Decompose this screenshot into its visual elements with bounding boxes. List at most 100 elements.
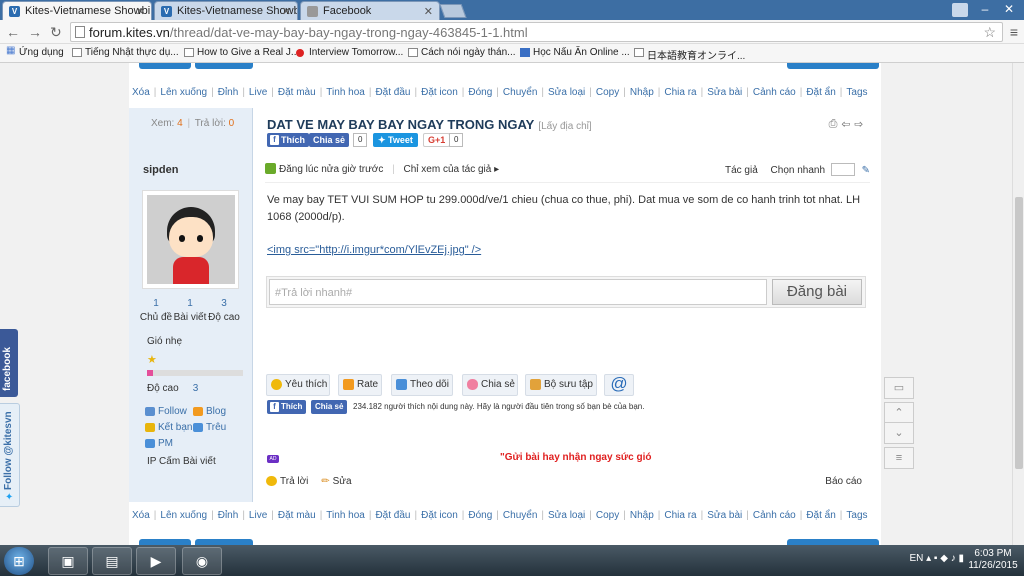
mod-action[interactable]: Đỉnh <box>218 510 239 521</box>
fb-share-button[interactable]: Chia sẻ <box>309 133 350 147</box>
mod-action[interactable]: Đặt ẩn <box>806 510 835 521</box>
explorer-icon[interactable]: ▤ <box>92 547 132 575</box>
blog-link[interactable]: Blog <box>193 406 241 417</box>
comment-icon[interactable]: ▭ <box>884 377 914 399</box>
url-field[interactable]: forum.kites.vn/thread/dat-ve-may-bay-bay… <box>70 22 1003 42</box>
wrench-icon[interactable]: ✎ <box>862 165 870 176</box>
mod-action[interactable]: Đặt icon <box>421 87 458 98</box>
mod-action[interactable]: Copy <box>596 510 619 521</box>
author-only-link[interactable]: Chỉ xem của tác giả ▸ <box>404 164 500 175</box>
page-scrollbar[interactable] <box>1012 63 1024 545</box>
mod-action[interactable]: Tinh hoa <box>326 87 365 98</box>
profile-icon[interactable] <box>952 3 968 17</box>
mod-action[interactable]: Lên xuống <box>160 510 207 521</box>
mod-action[interactable]: Tags <box>846 510 867 521</box>
count-posts[interactable]: 1 Bài viết <box>173 298 207 323</box>
mod-action[interactable]: Nhập <box>630 510 654 521</box>
pm-link[interactable]: PM <box>145 438 193 449</box>
add-friend-link[interactable]: Kết bạn <box>145 422 193 433</box>
rate-button[interactable]: Rate <box>338 374 382 396</box>
start-button[interactable]: ⊞ <box>4 547 34 575</box>
clock[interactable]: 6:03 PM 11/26/2015 <box>966 548 1020 572</box>
close-icon[interactable]: ✕ <box>282 5 291 18</box>
facebook-side-tab[interactable]: facebook <box>0 329 18 397</box>
scroll-bottom-icon[interactable]: ⌄ <box>884 422 914 444</box>
ip-ban-link[interactable]: IP Cấm Bài viết <box>147 456 216 467</box>
tab-kites-2[interactable]: V Kites-Vietnamese Showbi ✕ <box>154 1 298 20</box>
reload-icon[interactable]: ↻ <box>50 24 62 41</box>
scrollbar-thumb[interactable] <box>1015 197 1023 469</box>
taskbar-app-icon[interactable]: ▣ <box>48 547 88 575</box>
mod-action[interactable]: Xóa <box>132 510 150 521</box>
bookmark-star-icon[interactable]: ☆ <box>983 24 996 41</box>
top-button[interactable] <box>139 63 191 69</box>
promo-link[interactable]: "Gửi bài hay nhận ngay sức gió <box>500 452 651 463</box>
prev-icon[interactable]: ⇦ <box>841 118 854 130</box>
scroll-top-icon[interactable]: ⌃ <box>884 402 914 424</box>
mod-action[interactable]: Nhập <box>630 87 654 98</box>
post-link[interactable]: <img src="http://i.imgur*com/YlEvZEj.jpg… <box>267 242 867 259</box>
tab-facebook[interactable]: Facebook ✕ <box>300 1 440 20</box>
mod-action[interactable]: Đặt màu <box>278 510 316 521</box>
mod-action[interactable]: Tinh hoa <box>326 510 365 521</box>
mod-action[interactable]: Live <box>249 510 267 521</box>
mod-action[interactable]: Đóng <box>468 510 492 521</box>
mod-action[interactable]: Đặt đầu <box>375 510 410 521</box>
mod-action[interactable]: Đặt đầu <box>375 87 410 98</box>
collection-button[interactable]: Bộ sưu tập <box>525 374 597 396</box>
mod-action[interactable]: Đặt ẩn <box>806 87 835 98</box>
back-icon[interactable]: ← <box>6 24 20 40</box>
avatar[interactable] <box>142 190 239 289</box>
mention-button[interactable]: @ <box>604 374 634 396</box>
close-icon[interactable]: ✕ <box>424 5 433 18</box>
next-icon[interactable]: ⇨ <box>854 118 867 130</box>
report-link[interactable]: Báo cáo <box>825 476 862 487</box>
forward-icon[interactable]: → <box>28 24 42 40</box>
close-window-button[interactable]: ✕ <box>996 1 1022 17</box>
minimize-button[interactable]: – <box>972 1 998 17</box>
mod-action[interactable]: Sửa loại <box>548 510 585 521</box>
mod-action[interactable]: Sửa bài <box>707 510 742 521</box>
mod-action[interactable]: Cảnh cáo <box>753 510 796 521</box>
follow-link[interactable]: Follow <box>145 406 193 417</box>
mod-action[interactable]: Đặt màu <box>278 87 316 98</box>
mod-action[interactable]: Đặt icon <box>421 510 458 521</box>
username[interactable]: sipden <box>143 164 178 176</box>
gplus-button[interactable]: G+1 <box>423 133 451 147</box>
fb-share-button[interactable]: Chia sẻ <box>311 400 348 414</box>
mod-action[interactable]: Chia ra <box>664 87 696 98</box>
bookmark-item[interactable]: Cách nói ngày thán... <box>408 47 516 58</box>
bookmark-item[interactable]: Tiếng Nhật thực dụ... <box>72 47 179 58</box>
mod-action[interactable]: Chuyển <box>503 87 537 98</box>
submit-post-button[interactable]: Đăng bài <box>772 279 862 305</box>
share-button[interactable]: Chia sẻ <box>462 374 518 396</box>
bookmark-item[interactable]: Học Nấu Ăn Online ... <box>520 47 630 58</box>
mod-action[interactable]: Chuyển <box>503 510 537 521</box>
twitter-follow-tab[interactable]: Follow @kitesvn ✦ <box>0 403 20 507</box>
get-link[interactable]: [Lấy địa chỉ] <box>538 121 591 132</box>
mod-action[interactable]: Cảnh cáo <box>753 87 796 98</box>
new-tab-button[interactable] <box>439 4 467 18</box>
top-button[interactable] <box>787 63 879 69</box>
mod-action[interactable]: Sửa bài <box>707 87 742 98</box>
quick-reply-input[interactable]: #Trả lời nhanh# <box>269 279 767 305</box>
list-icon[interactable]: ≡ <box>884 447 914 469</box>
mod-action[interactable]: Copy <box>596 87 619 98</box>
print-icon[interactable]: ⎙ <box>829 118 842 130</box>
top-button[interactable] <box>195 63 253 69</box>
bookmark-item[interactable]: How to Give a Real J... <box>184 47 299 58</box>
tweet-button[interactable]: ✦ Tweet <box>373 133 418 147</box>
bookmark-apps[interactable]: ▦ Ứng dụng <box>6 45 64 58</box>
media-player-icon[interactable]: ▶ <box>136 547 176 575</box>
count-topics[interactable]: 1 Chủ đề <box>139 298 173 323</box>
favorite-button[interactable]: Yêu thích <box>266 374 330 396</box>
mod-action[interactable]: Đỉnh <box>218 87 239 98</box>
edit-link[interactable]: ✏ Sửa <box>311 476 351 487</box>
mod-action[interactable]: Lên xuống <box>160 87 207 98</box>
close-icon[interactable]: ✕ <box>136 5 145 18</box>
reply-link[interactable]: Trả lời <box>266 476 308 487</box>
chrome-icon[interactable]: ◉ <box>182 547 222 575</box>
bookmark-item[interactable]: Interview Tomorrow... <box>296 47 403 58</box>
count-height[interactable]: 3 Độ cao <box>207 298 241 323</box>
fb-like-button[interactable]: f Thích <box>267 133 309 147</box>
